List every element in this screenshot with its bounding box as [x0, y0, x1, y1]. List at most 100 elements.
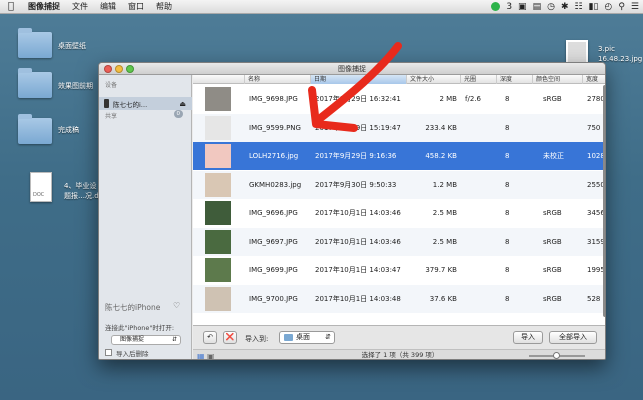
shared-header: 共享 — [105, 113, 118, 120]
import-all-button[interactable]: 全部导入 — [549, 331, 597, 344]
window-title: 图像捕捉 — [338, 65, 366, 73]
wifi-icon[interactable]: ☷ — [574, 2, 582, 12]
grid-view-icon[interactable]: ▣ — [207, 351, 215, 359]
folder-icon — [284, 334, 293, 341]
delete-button[interactable]: ❌ — [223, 331, 237, 344]
rotate-button[interactable]: ↶ — [203, 331, 217, 344]
doc-label-line1: 4、毕业设 — [64, 182, 97, 190]
apple-icon[interactable]:  — [0, 1, 22, 12]
menu-app[interactable]: 图像捕捉 — [22, 1, 66, 12]
cell-date: 2017年9月29日 16:32:41 — [315, 95, 401, 103]
menu-file[interactable]: 文件 — [66, 1, 94, 12]
list-view-icon[interactable]: ▦ — [197, 351, 205, 359]
image-thumbnail — [205, 172, 231, 197]
scrollbar-thumb[interactable] — [603, 85, 605, 317]
cell-date: 2017年9月30日 9:50:33 — [315, 180, 397, 189]
cell-depth: 8 — [505, 152, 510, 160]
destination-select[interactable]: 桌面 ⇵ — [279, 331, 335, 344]
doc-icon[interactable]: DOC — [30, 172, 52, 202]
eject-icon[interactable]: ⏏ — [179, 100, 186, 108]
folder-icon[interactable] — [18, 28, 52, 58]
cell-date: 2017年9月29日 9:16:36 — [315, 152, 397, 160]
cell-colorspace: sRGB — [543, 209, 562, 217]
cell-depth: 8 — [505, 180, 510, 189]
display-icon[interactable]: ▤ — [533, 2, 542, 12]
zoom-button[interactable] — [126, 65, 134, 73]
table-row[interactable]: IMG_9599.PNG 2017年9月29日 15:19:47 233.4 KB 8… — [193, 113, 605, 142]
table-header: 名称 日期 文件大小 光圈 深度 颜色空间 宽度 — [193, 75, 605, 84]
desktop-folder-label: 桌面壁纸 — [58, 42, 86, 50]
cell-depth: 8 — [505, 123, 510, 132]
cell-colorspace: 未校正 — [543, 152, 564, 160]
cell-date: 2017年10月1日 14:03:47 — [315, 266, 401, 274]
battery-icon[interactable]: ▮▯ — [589, 2, 599, 12]
menu-window[interactable]: 窗口 — [122, 1, 150, 12]
delete-after-import-checkbox[interactable] — [105, 349, 112, 356]
sidebar-device-iphone[interactable]: 陈七七的i… ⏏ — [99, 97, 192, 110]
folder-icon[interactable] — [18, 68, 52, 98]
list-icon[interactable]: ☰ — [631, 2, 639, 12]
desktop-folder-label: 完成稿 — [58, 126, 79, 134]
cell-date: 2017年10月1日 14:03:46 — [315, 209, 401, 217]
column-header-thumb[interactable] — [193, 75, 245, 84]
column-header-aperture[interactable]: 光圈 — [461, 75, 497, 84]
cell-name: IMG_9699.JPG — [249, 266, 298, 274]
heart-icon: ♡ — [173, 301, 181, 310]
table-row[interactable]: IMG_9696.JPG 2017年10月1日 14:03:46 2.5 MB 8 sR… — [193, 199, 605, 227]
cell-size: 233.4 KB — [425, 123, 457, 132]
table-row[interactable]: IMG_9699.JPG 2017年10月1日 14:03:47 379.7 KB 8… — [193, 256, 605, 284]
table-row[interactable]: IMG_9697.JPG 2017年10月1日 14:03:46 2.5 MB 8 sR… — [193, 227, 605, 256]
open-with-value: 图像捕捉 — [120, 336, 145, 343]
window-titlebar[interactable]: 图像捕捉 — [99, 63, 605, 75]
column-header-width[interactable]: 宽度 — [583, 75, 605, 84]
cell-name: LOLH2716.jpg — [249, 152, 299, 160]
cell-colorspace: sRGB — [543, 266, 562, 274]
cell-depth: 8 — [505, 209, 510, 217]
table-row[interactable]: IMG_9698.JPG 2017年9月29日 16:32:41 2 MB f/2.6… — [193, 85, 605, 113]
search-icon[interactable]: ⚲ — [618, 2, 625, 12]
column-header-colorspace[interactable]: 颜色空间 — [533, 75, 583, 84]
menu-help[interactable]: 帮助 — [150, 1, 178, 12]
cell-date: 2017年10月1日 14:03:48 — [315, 294, 401, 303]
table-row[interactable]: IMG_9700.JPG 2017年10月1日 14:03:48 37.6 KB 8 s… — [193, 284, 605, 313]
import-to-label: 导入到: — [245, 335, 269, 343]
cell-date: 2017年9月29日 15:19:47 — [315, 123, 401, 132]
menu-edit[interactable]: 编辑 — [94, 1, 122, 12]
timer-icon[interactable]: ◷ — [547, 2, 555, 12]
cell-depth: 8 — [505, 237, 510, 246]
image-file-icon[interactable] — [566, 40, 588, 64]
table-row[interactable]: LOLH2716.jpg 2017年9月29日 9:16:36 458.2 KB 8 未… — [193, 142, 605, 170]
cell-size: 1.2 MB — [432, 180, 457, 189]
minimize-button[interactable] — [115, 65, 123, 73]
table-row[interactable]: GKMH0283.jpg 2017年9月30日 9:50:33 1.2 MB 8 255… — [193, 170, 605, 199]
table-scrollbar[interactable] — [603, 85, 605, 323]
select-arrows-icon: ⇵ — [171, 336, 177, 343]
slider-knob[interactable] — [553, 352, 560, 359]
destination-value: 桌面 — [296, 333, 310, 341]
status-bar: ▦ ▣ 选择了 1 项（共 399 项） — [193, 349, 605, 359]
thumbnail-size-slider[interactable] — [529, 352, 585, 359]
cell-colorspace: sRGB — [543, 237, 562, 246]
rotate-icon: ↶ — [207, 333, 213, 341]
cell-depth: 8 — [505, 95, 510, 103]
image-thumbnail — [205, 87, 231, 111]
cell-width: 528 — [587, 294, 601, 303]
clock-icon[interactable]: ◴ — [604, 2, 612, 12]
image-thumbnail — [205, 229, 231, 254]
cell-aperture: f/2.6 — [465, 95, 481, 103]
cell-date: 2017年10月1日 14:03:46 — [315, 237, 401, 246]
folder-icon[interactable] — [18, 114, 52, 144]
cell-size: 37.6 KB — [429, 294, 457, 303]
close-button[interactable] — [104, 65, 112, 73]
open-with-select[interactable]: 图像捕捉 ⇵ — [111, 335, 181, 345]
import-button[interactable]: 导入 — [513, 331, 543, 344]
column-header-depth[interactable]: 深度 — [497, 75, 533, 84]
menubar:  图像捕捉 文件 编辑 窗口 帮助 3 ▣ ▤ ◷ ✱ ☷ ▮▯ ◴ ⚲ ☰ — [0, 0, 643, 14]
column-header-date[interactable]: 日期 — [311, 75, 407, 84]
bluetooth-icon[interactable]: ✱ — [561, 2, 569, 12]
column-header-size[interactable]: 文件大小 — [407, 75, 461, 84]
wechat-status-icon[interactable] — [491, 2, 501, 12]
screen-icon[interactable]: ▣ — [518, 2, 527, 12]
select-arrows-icon: ⇵ — [325, 333, 331, 341]
column-header-name[interactable]: 名称 — [245, 75, 311, 84]
